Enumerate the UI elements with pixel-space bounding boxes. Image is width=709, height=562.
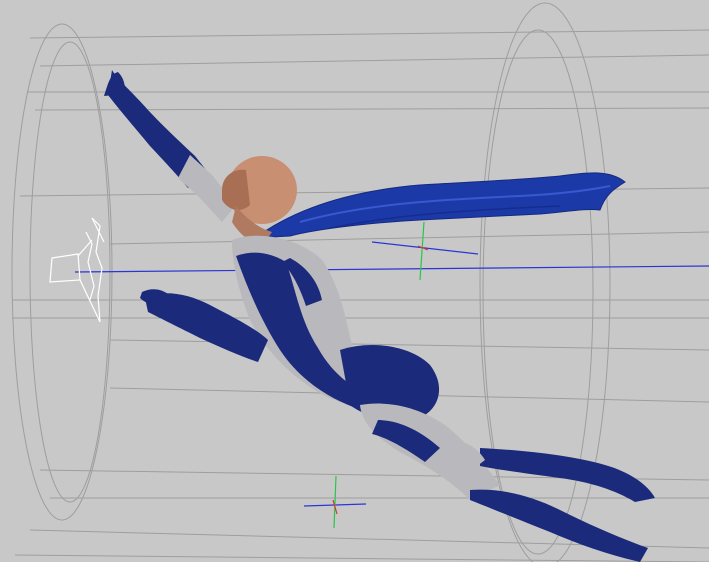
viewport-canvas[interactable] [0,0,709,562]
3d-viewport[interactable] [0,0,709,562]
